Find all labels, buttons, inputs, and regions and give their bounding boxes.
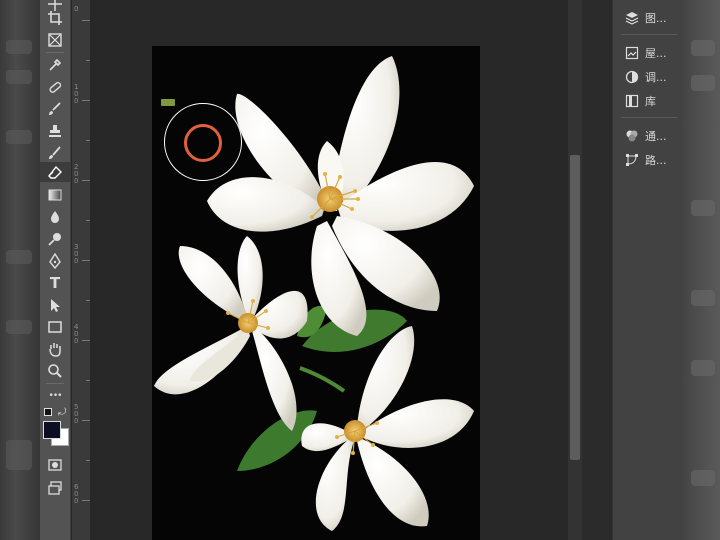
screen-mode-icon[interactable] <box>40 478 70 498</box>
hand-icon[interactable] <box>40 339 70 359</box>
panel-item-paths[interactable]: 路... <box>625 151 667 169</box>
panel-item-libraries[interactable]: 库 <box>625 92 656 110</box>
panel-item-label: 通... <box>645 130 667 143</box>
default-colors-icon[interactable] <box>44 408 52 416</box>
more-tools-icon[interactable]: ••• <box>40 386 70 406</box>
swap-colors-icon[interactable]: ⤾ <box>58 407 66 418</box>
zoom-icon[interactable] <box>40 361 70 381</box>
eyedropper-icon[interactable] <box>40 55 70 75</box>
panel-item-label: 库 <box>645 95 656 108</box>
rectangle-icon[interactable] <box>40 317 70 337</box>
vertical-ruler: 0 1 0 0 2 0 0 3 0 0 4 0 0 5 0 0 6 0 0 <box>72 0 91 540</box>
panel-item-properties[interactable]: 屋... <box>625 44 667 62</box>
path-select-icon[interactable] <box>40 295 70 315</box>
panel-item-label: 图... <box>645 12 667 25</box>
frame-icon[interactable] <box>40 30 70 50</box>
clone-stamp-icon[interactable] <box>40 121 70 141</box>
gradient-icon[interactable] <box>40 185 70 205</box>
brush-cursor-ring <box>184 124 222 162</box>
eraser-artifact <box>161 99 175 106</box>
type-icon[interactable]: T <box>40 273 70 293</box>
brush-icon[interactable] <box>40 99 70 119</box>
adjustments-icon <box>625 70 639 84</box>
crop-icon[interactable] <box>40 8 70 28</box>
healing-brush-icon[interactable] <box>40 77 70 97</box>
panel-gutter <box>582 0 612 540</box>
background-desktop-left <box>0 0 40 540</box>
panel-item-layers[interactable]: 图... <box>625 9 667 27</box>
properties-icon <box>625 46 639 60</box>
quick-mask-icon[interactable] <box>40 455 70 475</box>
ruler-label: 5 0 0 <box>74 403 79 425</box>
panel-item-label: 路... <box>645 154 667 167</box>
layers-icon <box>625 12 639 25</box>
panel-item-label: 调... <box>645 71 667 84</box>
panel-item-adjustments[interactable]: 调... <box>625 68 667 86</box>
ruler-label: 4 0 0 <box>74 323 79 345</box>
ruler-label: 6 0 0 <box>74 483 79 505</box>
background-desktop-right <box>683 0 720 540</box>
dodge-icon[interactable] <box>40 229 70 249</box>
panel-item-channels[interactable]: 通... <box>625 127 667 145</box>
scrollbar-thumb[interactable] <box>570 155 580 460</box>
channels-icon <box>626 130 638 142</box>
ruler-label: 2 0 0 <box>74 163 79 185</box>
ruler-label: 3 0 0 <box>74 243 79 265</box>
eraser-icon[interactable] <box>40 162 70 182</box>
ruler-label: 1 0 0 <box>74 83 79 105</box>
history-brush-icon[interactable] <box>40 143 70 163</box>
panel-item-label: 屋... <box>645 47 667 60</box>
tools-panel: T ••• ⤾ <box>40 0 71 540</box>
foreground-color-swatch[interactable] <box>43 421 61 439</box>
libraries-icon <box>625 94 639 108</box>
paths-icon <box>626 154 638 166</box>
pen-icon[interactable] <box>40 251 70 271</box>
collapsed-panels: 图... 屋... 调... 库 通... 路... <box>612 0 684 540</box>
ruler-label: 0 <box>74 5 79 13</box>
blur-icon[interactable] <box>40 207 70 227</box>
